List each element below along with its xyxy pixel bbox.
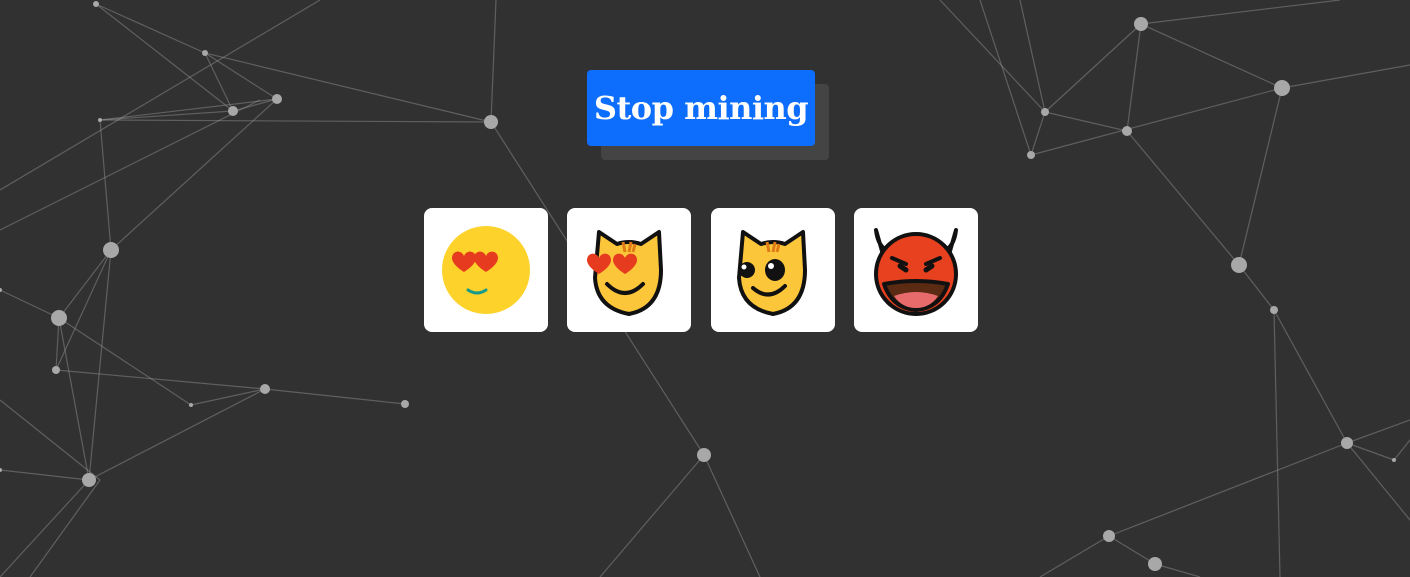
network-link: [979, 0, 1032, 156]
network-link: [0, 99, 261, 231]
network-node: [1134, 17, 1148, 31]
network-link: [1126, 130, 1240, 266]
network-link: [0, 479, 90, 577]
emoji-tile-heart-eyes-face[interactable]: [424, 208, 548, 332]
network-node: [82, 473, 96, 487]
network-link: [0, 289, 60, 319]
network-link: [1108, 535, 1156, 565]
network-link: [1281, 64, 1410, 89]
network-node: [1231, 257, 1247, 273]
network-link: [1108, 442, 1348, 537]
network-link: [1126, 23, 1142, 132]
network-node: [1148, 557, 1162, 571]
emoji-tile-heart-eyes-cat[interactable]: [567, 208, 691, 332]
smiling-face-with-horns-icon: [874, 228, 958, 316]
network-node: [272, 94, 282, 104]
network-link: [939, 0, 1046, 113]
network-link: [1238, 264, 1275, 311]
network-link: [55, 249, 112, 371]
network-node: [1122, 126, 1132, 136]
smiling-cat-with-heart-eyes-icon: [587, 230, 663, 316]
network-node: [484, 115, 498, 129]
network-link: [99, 119, 492, 123]
network-link: [204, 52, 492, 123]
network-link: [1154, 563, 1201, 577]
emoji-tile-devil[interactable]: [854, 208, 978, 332]
network-link: [99, 98, 278, 121]
network-link: [95, 3, 206, 54]
network-link: [1238, 87, 1283, 266]
network-link: [1140, 23, 1283, 89]
network-link: [0, 399, 101, 481]
network-link: [0, 0, 321, 191]
network-link: [264, 388, 406, 405]
network-link: [703, 454, 761, 577]
network-link: [1030, 111, 1046, 156]
network-link: [599, 454, 705, 577]
network-link: [490, 0, 497, 123]
network-link: [110, 98, 278, 251]
network-link: [58, 317, 192, 406]
network-link: [1039, 535, 1110, 577]
network-node: [697, 448, 711, 462]
cat-with-wry-smile-icon: [737, 230, 807, 316]
network-node: [1103, 530, 1115, 542]
network-node: [51, 310, 67, 326]
network-node: [1341, 437, 1353, 449]
network-link: [99, 119, 112, 251]
network-node: [52, 366, 60, 374]
network-node: [1274, 80, 1290, 96]
network-node: [202, 50, 208, 56]
smiling-face-with-heart-eyes-icon: [442, 226, 530, 314]
network-link: [55, 369, 266, 390]
network-link: [58, 317, 90, 481]
network-node: [98, 118, 102, 122]
network-node: [228, 106, 238, 116]
stop-mining-button-wrap: Stop mining: [587, 70, 829, 160]
network-node: [1041, 108, 1049, 116]
network-link: [190, 388, 266, 406]
network-link: [1393, 439, 1410, 461]
network-link: [1273, 309, 1281, 577]
emoji-tile-wry-cat[interactable]: [711, 208, 835, 332]
network-node: [1027, 151, 1035, 159]
network-node: [1392, 458, 1396, 462]
network-node: [260, 384, 270, 394]
network-link: [88, 388, 266, 481]
network-node: [401, 400, 409, 408]
network-link: [1044, 23, 1142, 113]
network-node: [103, 242, 119, 258]
network-node: [189, 403, 193, 407]
network-link: [29, 479, 101, 577]
network-link: [0, 469, 90, 481]
network-node: [93, 1, 99, 7]
network-link: [1140, 0, 1341, 25]
network-link: [1030, 87, 1283, 156]
network-node: [1270, 306, 1278, 314]
stop-mining-button[interactable]: Stop mining: [587, 70, 815, 146]
network-link: [1019, 0, 1046, 113]
network-link: [1346, 419, 1410, 444]
network-node: [0, 468, 2, 472]
network-link: [88, 249, 112, 481]
network-link: [1273, 309, 1348, 444]
network-link: [1044, 111, 1128, 132]
